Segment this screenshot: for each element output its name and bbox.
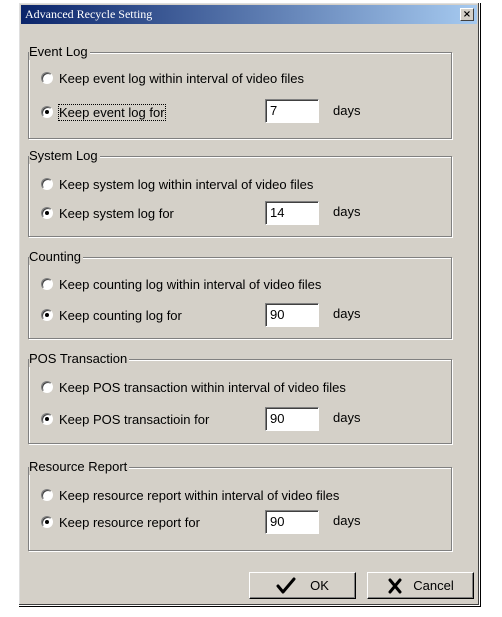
cancel-button[interactable]: Cancel xyxy=(367,572,474,599)
radio-resource-report-interval[interactable] xyxy=(41,489,53,501)
group-title-pos-transaction: POS Transaction xyxy=(29,351,130,367)
option-pos-transaction-keep[interactable]: Keep POS transactioin for xyxy=(41,410,209,428)
radio-event-log-keep[interactable] xyxy=(41,106,53,118)
radio-pos-transaction-interval[interactable] xyxy=(41,381,53,393)
title-bar: Advanced Recycle Setting × xyxy=(21,5,477,24)
checkmark-icon xyxy=(276,577,296,593)
option-event-log-keep[interactable]: Keep event log for xyxy=(41,103,166,121)
system-log-days-input[interactable]: 14 xyxy=(265,201,319,225)
group-title-counting: Counting xyxy=(29,249,84,265)
group-pos-transaction: POS Transaction Keep POS transaction wit… xyxy=(28,351,452,444)
option-label: Keep POS transaction within interval of … xyxy=(59,379,346,395)
radio-resource-report-keep[interactable] xyxy=(41,516,53,528)
option-system-log-keep[interactable]: Keep system log for xyxy=(41,204,174,222)
group-counting: Counting Keep counting log within interv… xyxy=(28,249,452,339)
option-label: Keep system log within interval of video… xyxy=(59,176,314,192)
option-label: Keep event log for xyxy=(58,103,166,121)
radio-counting-keep[interactable] xyxy=(41,309,53,321)
days-label: days xyxy=(333,410,361,425)
x-cross-icon xyxy=(388,578,402,593)
radio-system-log-interval[interactable] xyxy=(41,178,53,190)
close-icon: × xyxy=(462,9,472,20)
option-label: Keep event log within interval of video … xyxy=(59,70,304,86)
dialog-title: Advanced Recycle Setting xyxy=(25,7,153,21)
days-label: days xyxy=(333,306,361,321)
option-label: Keep resource report for xyxy=(59,514,200,530)
option-label: Keep resource report within interval of … xyxy=(59,487,340,503)
option-label: Keep counting log within interval of vid… xyxy=(59,276,322,292)
group-title-event-log: Event Log xyxy=(29,44,90,60)
resource-report-days-input[interactable]: 90 xyxy=(265,510,319,534)
option-pos-transaction-interval[interactable]: Keep POS transaction within interval of … xyxy=(41,378,346,396)
ok-button[interactable]: OK xyxy=(249,572,356,599)
radio-pos-transaction-keep[interactable] xyxy=(41,413,53,425)
cancel-label: Cancel xyxy=(413,578,454,593)
group-system-log: System Log Keep system log within interv… xyxy=(28,148,452,237)
option-system-log-interval[interactable]: Keep system log within interval of video… xyxy=(41,175,313,193)
radio-counting-interval[interactable] xyxy=(41,278,53,290)
option-label: Keep system log for xyxy=(59,205,174,221)
option-event-log-interval[interactable]: Keep event log within interval of video … xyxy=(41,69,304,87)
event-log-days-input[interactable]: 7 xyxy=(265,99,319,123)
group-title-system-log: System Log xyxy=(29,148,100,164)
option-resource-report-keep[interactable]: Keep resource report for xyxy=(41,513,200,531)
group-resource-report: Resource Report Keep resource report wit… xyxy=(28,459,452,551)
close-button[interactable]: × xyxy=(460,8,474,21)
group-event-log: Event Log Keep event log within interval… xyxy=(28,44,452,139)
option-resource-report-interval[interactable]: Keep resource report within interval of … xyxy=(41,486,339,504)
days-label: days xyxy=(333,204,361,219)
group-title-resource-report: Resource Report xyxy=(29,459,130,475)
radio-system-log-keep[interactable] xyxy=(41,207,53,219)
option-label: Keep counting log for xyxy=(59,307,182,323)
option-label: Keep POS transactioin for xyxy=(59,411,210,427)
option-counting-interval[interactable]: Keep counting log within interval of vid… xyxy=(41,275,321,293)
radio-event-log-interval[interactable] xyxy=(41,72,53,84)
option-counting-keep[interactable]: Keep counting log for xyxy=(41,306,182,324)
pos-transaction-days-input[interactable]: 90 xyxy=(265,407,319,431)
ok-label: OK xyxy=(310,578,329,593)
days-label: days xyxy=(333,103,361,118)
days-label: days xyxy=(333,513,361,528)
counting-days-input[interactable]: 90 xyxy=(265,303,319,327)
